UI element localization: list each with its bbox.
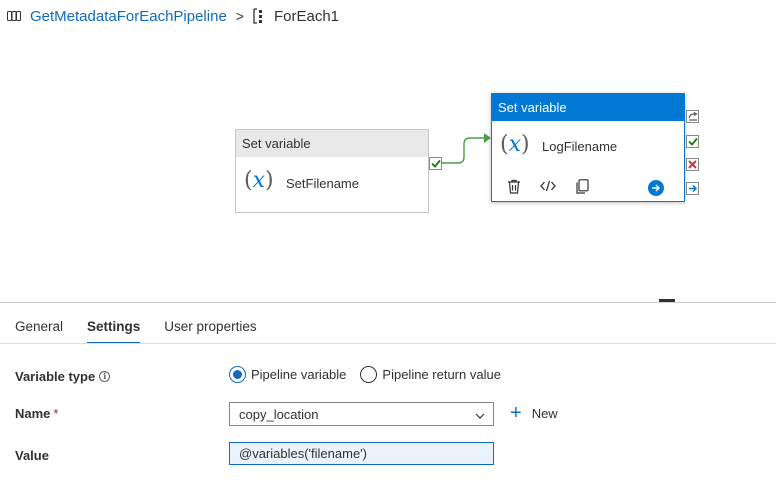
code-icon[interactable] bbox=[540, 178, 556, 194]
tabs-border bbox=[0, 343, 776, 344]
new-variable-label: New bbox=[531, 405, 558, 421]
pipeline-return-value-label[interactable]: Pipeline return value bbox=[382, 367, 501, 382]
panel-divider bbox=[0, 302, 776, 303]
pipeline-return-value-radio[interactable] bbox=[360, 366, 378, 383]
properties-tabs: General Settings User properties bbox=[0, 312, 281, 344]
success-port[interactable] bbox=[429, 157, 442, 170]
pipeline-variable-radio[interactable] bbox=[229, 366, 246, 383]
new-variable-button[interactable]: + New bbox=[510, 402, 558, 424]
variable-type-radio-group: Pipeline variable Pipeline return value bbox=[229, 366, 515, 383]
completion-port[interactable] bbox=[686, 182, 699, 195]
variable-icon: (x) bbox=[244, 168, 274, 193]
tab-user-properties[interactable]: User properties bbox=[164, 312, 256, 344]
value-input[interactable]: @variables('filename') bbox=[229, 442, 494, 465]
failure-port[interactable] bbox=[686, 158, 699, 171]
breadcrumb-pipeline-link[interactable]: GetMetadataForEachPipeline bbox=[30, 8, 227, 25]
breadcrumb-separator: > bbox=[235, 8, 244, 24]
variable-type-label: Variable type i bbox=[15, 369, 111, 384]
breadcrumb: GetMetadataForEachPipeline > ForEach1 bbox=[6, 5, 339, 27]
variable-icon: (x) bbox=[500, 132, 530, 157]
name-dropdown[interactable]: copy_location bbox=[229, 402, 494, 426]
go-to-activity-icon[interactable] bbox=[648, 180, 664, 196]
delete-icon[interactable] bbox=[506, 178, 522, 194]
resize-handle[interactable] bbox=[659, 299, 675, 302]
plus-icon: + bbox=[510, 402, 522, 424]
pipeline-icon bbox=[6, 8, 22, 24]
foreach-icon bbox=[251, 8, 267, 24]
breadcrumb-current: ForEach1 bbox=[273, 7, 340, 25]
success-port[interactable] bbox=[686, 135, 699, 148]
activity-name: SetFilename bbox=[286, 176, 359, 191]
chevron-down-icon bbox=[475, 409, 485, 419]
required-indicator: * bbox=[53, 406, 59, 421]
activity-type-label: Set variable bbox=[236, 130, 428, 157]
activity-actions bbox=[506, 178, 590, 194]
pipeline-variable-label[interactable]: Pipeline variable bbox=[251, 367, 346, 382]
activity-type-label: Set variable bbox=[492, 94, 684, 121]
tab-settings[interactable]: Settings bbox=[87, 312, 141, 344]
pipeline-canvas[interactable]: Set variable (x) SetFilename Set variabl… bbox=[0, 34, 776, 302]
copy-icon[interactable] bbox=[574, 178, 590, 194]
activity-name: LogFilename bbox=[542, 139, 618, 154]
info-icon[interactable]: i bbox=[99, 370, 111, 382]
value-label: Value bbox=[15, 448, 49, 463]
name-label: Name * bbox=[15, 406, 59, 421]
skipped-port[interactable] bbox=[686, 110, 699, 123]
activity-setfilename[interactable]: Set variable (x) SetFilename bbox=[235, 129, 429, 213]
tab-general[interactable]: General bbox=[15, 312, 63, 344]
name-dropdown-value: copy_location bbox=[239, 407, 319, 422]
